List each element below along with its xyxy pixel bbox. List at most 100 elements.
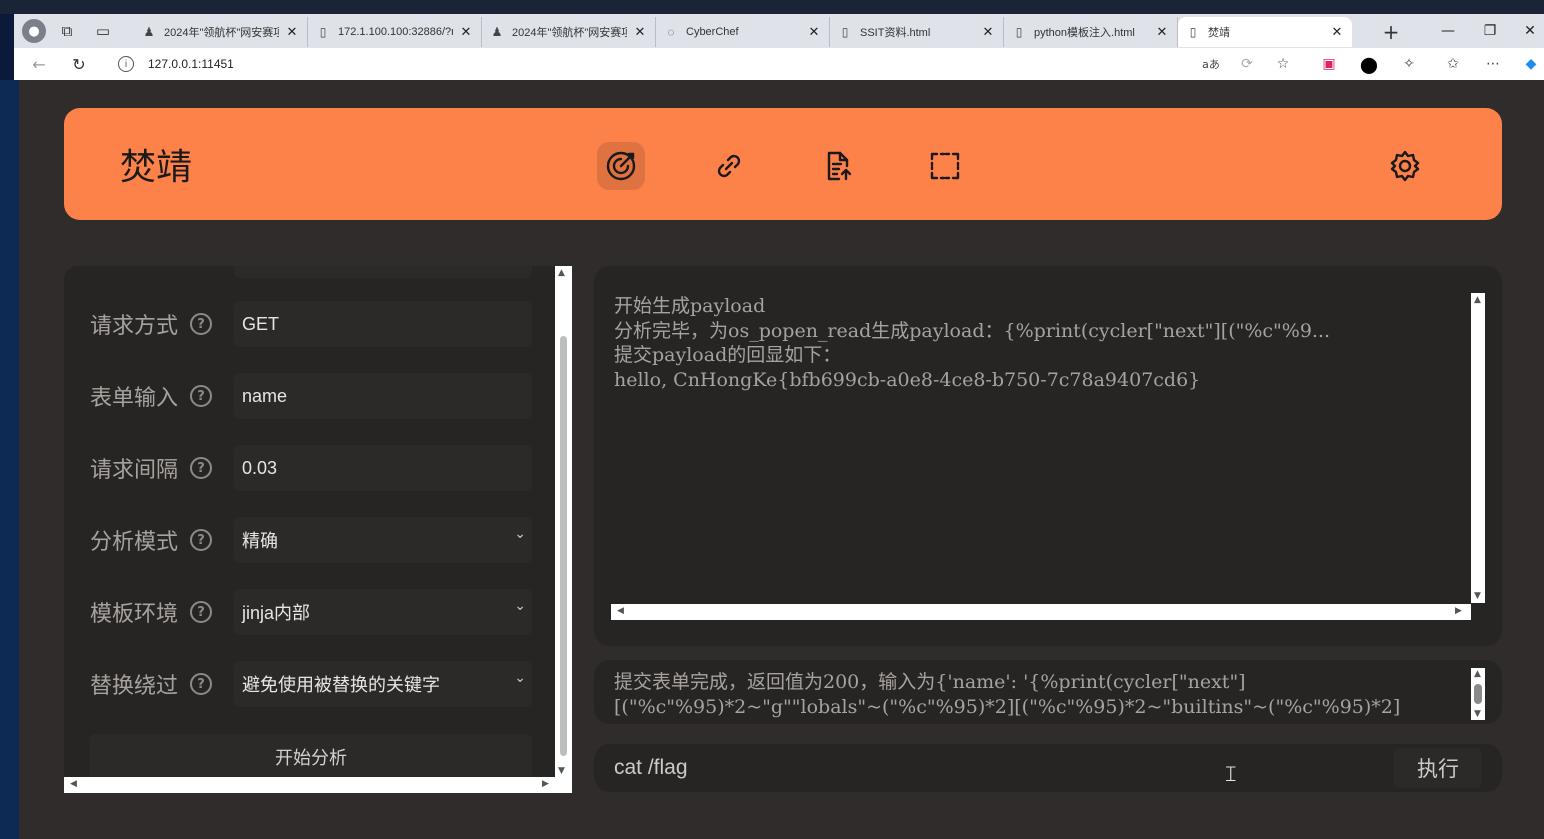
back-icon[interactable]: ← — [26, 52, 52, 76]
close-tab-icon[interactable]: ✕ — [1330, 24, 1344, 40]
nav-link-icon[interactable] — [705, 142, 753, 190]
close-window-icon[interactable]: ✕ — [1516, 18, 1544, 44]
page-icon: ▯ — [1015, 25, 1023, 39]
log-line: 提交表单完成，返回值为200，输入为{'name': '{%print(cycl… — [614, 671, 1246, 693]
settings-panel: 请求方式 ? GET 表单输入 ? name 请求间隔 ? 0.03 分析模式 … — [64, 266, 572, 793]
address-bar: ← ↻ i 127.0.0.1:11451 aあ ⟳ ☆ ▣ ⬤ ✧ ✩ ⋯ ◆ — [14, 48, 1544, 80]
tab-strip: ● ⧉ ▭ ♟ 2024年"领航杯"网安赛项 ✕ ▯ 172.1.100.100… — [14, 14, 1544, 48]
help-icon[interactable]: ? — [190, 601, 212, 623]
submit-log: 提交表单完成，返回值为200，输入为{'name': '{%print(cycl… — [614, 670, 1469, 719]
scrollbar-thumb[interactable] — [560, 336, 567, 756]
log-line: [("%c"%95)*2~"g""lobals"~("%c"%95)*2][("… — [614, 695, 1401, 718]
settings-horizontal-scrollbar[interactable]: ◀ ▶ — [64, 777, 572, 793]
settings-gear-icon[interactable] — [1381, 142, 1429, 190]
help-icon[interactable]: ? — [190, 385, 212, 407]
output-log: 开始生成payload 分析完毕，为os_popen_read生成payload：… — [614, 294, 1469, 594]
scroll-up-icon[interactable]: ▲ — [558, 268, 565, 278]
close-tab-icon[interactable]: ✕ — [633, 24, 647, 40]
nav-crack-icon[interactable] — [597, 142, 645, 190]
extension-circle-icon[interactable]: ⬤ — [1356, 52, 1382, 76]
execute-button[interactable]: 执行 — [1394, 748, 1482, 788]
browser-tab[interactable]: ▯ SSIT资料.html ✕ — [830, 17, 1004, 47]
page-icon: ▯ — [1189, 25, 1197, 39]
read-aloud-icon[interactable]: aあ — [1198, 52, 1224, 76]
new-tab-icon[interactable]: + — [1378, 20, 1404, 44]
app-header: 焚靖 — [64, 108, 1502, 220]
close-tab-icon[interactable]: ✕ — [807, 24, 821, 40]
minimize-icon[interactable]: — — [1434, 18, 1462, 44]
scroll-up-icon[interactable]: ▲ — [1474, 669, 1481, 679]
output-panel: 开始生成payload 分析完毕，为os_popen_read生成payload：… — [594, 266, 1502, 646]
form-row-interval: 请求间隔 ? 0.03 — [90, 445, 532, 491]
mode-select[interactable]: 精确 — [234, 517, 532, 563]
scroll-down-icon[interactable]: ▼ — [1474, 591, 1481, 601]
share-icon[interactable]: ⟳ — [1234, 52, 1260, 76]
replace-select[interactable]: 避免使用被替换的关键字 — [234, 661, 532, 707]
refresh-icon[interactable]: ↻ — [66, 52, 92, 76]
browser-tab[interactable]: ♟ 2024年"领航杯"网安赛项 ✕ — [482, 17, 656, 47]
output-vertical-scrollbar[interactable]: ▲ ▼ — [1471, 293, 1485, 603]
scrollbar-thumb[interactable] — [1474, 684, 1482, 704]
user-shield-icon: ♟ — [491, 25, 503, 39]
extensions-icon[interactable]: ✧ — [1396, 52, 1422, 76]
page-icon: ▯ — [841, 25, 849, 39]
page-icon: ▯ — [319, 25, 327, 39]
start-analysis-button[interactable]: 开始分析 — [90, 734, 532, 780]
form-row-input: 表单输入 ? name — [90, 373, 532, 419]
form-input-field[interactable]: name — [234, 373, 532, 419]
nav-scan-icon[interactable] — [921, 142, 969, 190]
favorite-star-icon[interactable]: ☆ — [1270, 52, 1296, 76]
scroll-right-icon[interactable]: ▶ — [1455, 606, 1462, 616]
scroll-right-icon[interactable]: ▶ — [542, 779, 549, 789]
help-icon[interactable]: ? — [190, 457, 212, 479]
browser-tab[interactable]: ♟ 2024年"领航杯"网安赛项 ✕ — [134, 17, 308, 47]
workspaces-icon[interactable]: ⧉ — [52, 16, 82, 46]
scroll-left-icon[interactable]: ◀ — [70, 779, 77, 789]
restore-icon[interactable]: ❐ — [1476, 18, 1504, 44]
close-tab-icon[interactable]: ✕ — [1155, 24, 1169, 40]
help-icon[interactable]: ? — [190, 529, 212, 551]
help-icon[interactable]: ? — [190, 313, 212, 335]
nav-upload-file-icon[interactable] — [814, 142, 862, 190]
scroll-down-icon[interactable]: ▼ — [558, 766, 565, 776]
form-row-mode: 分析模式 ? 精确 — [90, 517, 532, 563]
scroll-down-icon[interactable]: ▼ — [1474, 709, 1481, 719]
output-horizontal-scrollbar[interactable]: ◀ ▶ — [611, 604, 1471, 620]
method-input[interactable]: GET — [234, 301, 532, 347]
browser-tab-active[interactable]: ▯ 焚靖 ✕ — [1178, 17, 1352, 47]
help-icon[interactable]: ? — [190, 673, 212, 695]
form-row-replace: 替换绕过 ? 避免使用被替换的关键字 — [90, 661, 532, 707]
form-row-env: 模板环境 ? jinja内部 — [90, 589, 532, 635]
window-edge — [0, 80, 19, 839]
scroll-up-icon[interactable]: ▲ — [1474, 295, 1481, 305]
more-menu-icon[interactable]: ⋯ — [1480, 52, 1506, 76]
scroll-left-icon[interactable]: ◀ — [617, 606, 624, 616]
url-field[interactable]: i 127.0.0.1:11451 — [118, 52, 234, 76]
profile-icon[interactable]: ● — [22, 19, 46, 43]
tab-actions-icon[interactable]: ▭ — [88, 16, 118, 46]
command-panel: cat /flag 执行 — [594, 744, 1502, 792]
copilot-icon[interactable]: ◆ — [1518, 52, 1544, 76]
text-cursor-icon: 𝙸 — [1223, 762, 1239, 787]
browser-tab[interactable]: ◌ CyberChef ✕ — [656, 17, 830, 47]
chef-hat-icon: ◌ — [667, 25, 675, 39]
browser-tab[interactable]: ▯ 172.1.100.100:32886/?na ✕ — [308, 17, 482, 47]
favorites-icon[interactable]: ✩ — [1440, 52, 1466, 76]
browser-tab[interactable]: ▯ python模板注入.html ✕ — [1004, 17, 1178, 47]
log-vertical-scrollbar[interactable]: ▲ ▼ — [1471, 668, 1485, 720]
translate-extension-icon[interactable]: ▣ — [1316, 52, 1342, 76]
env-select[interactable]: jinja内部 — [234, 589, 532, 635]
interval-input[interactable]: 0.03 — [234, 445, 532, 491]
close-tab-icon[interactable]: ✕ — [285, 24, 299, 40]
close-tab-icon[interactable]: ✕ — [981, 24, 995, 40]
output-line: 提交payload的回显如下： — [614, 344, 842, 366]
command-input[interactable]: cat /flag — [602, 748, 1382, 788]
close-tab-icon[interactable]: ✕ — [459, 24, 473, 40]
form-row-method: 请求方式 ? GET — [90, 301, 532, 347]
submit-log-panel: 提交表单完成，返回值为200，输入为{'name': '{%print(cycl… — [594, 660, 1502, 724]
site-info-icon[interactable]: i — [118, 56, 134, 72]
app-window: 焚靖 请求方式 ? GET 表单输入 ? name 请求间隔 ? 0.03 分析… — [19, 80, 1544, 839]
output-line: 分析完毕，为os_popen_read生成payload：{%print(cyc… — [614, 319, 1331, 342]
settings-vertical-scrollbar[interactable]: ▲ ▼ — [555, 266, 572, 778]
os-top-strip — [0, 0, 1544, 14]
